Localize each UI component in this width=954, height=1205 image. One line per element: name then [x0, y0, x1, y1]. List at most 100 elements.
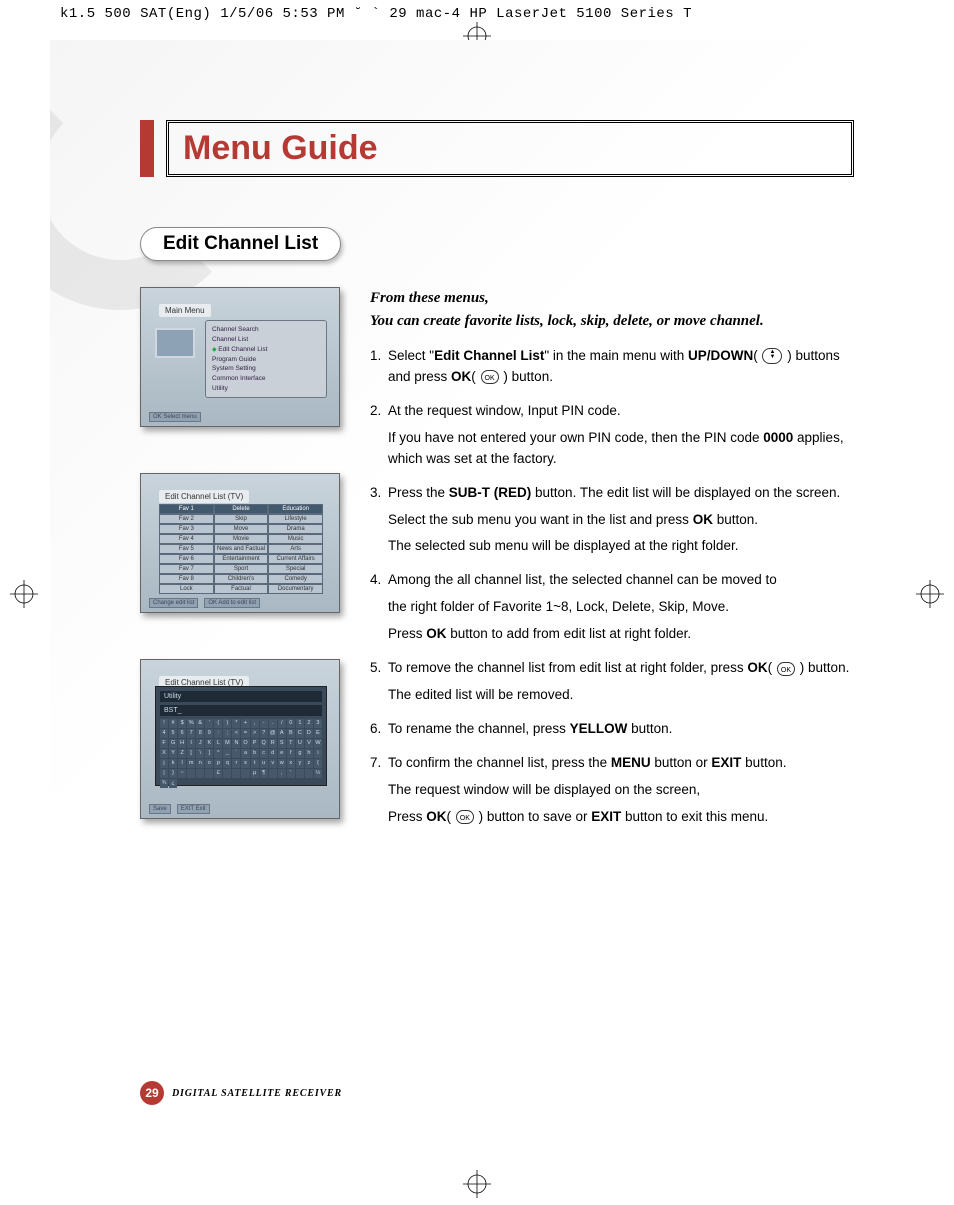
- keyboard-key: W: [314, 739, 322, 748]
- menu-item: System Setting: [212, 364, 320, 374]
- keyboard-key: +: [241, 719, 249, 728]
- keyboard-key: _: [223, 749, 231, 758]
- keyboard-key: ^: [214, 749, 222, 758]
- keyboard-key: <: [232, 729, 240, 738]
- keyboard-key: 9: [205, 729, 213, 738]
- keyboard-key: 3: [314, 719, 322, 728]
- keyboard-key: &: [196, 719, 204, 728]
- keyboard-key: a: [241, 749, 249, 758]
- keyboard-key: z: [305, 759, 313, 768]
- keyboard-key: ~: [178, 769, 186, 778]
- keyboard-key: b: [251, 749, 259, 758]
- table-cell: Factual: [214, 584, 269, 594]
- footer-label: DIGITAL SATELLITE RECEIVER: [172, 1088, 342, 1099]
- keyboard-key: ¾: [160, 779, 168, 788]
- keyboard-key: k: [169, 759, 177, 768]
- keyboard-key: [: [187, 749, 195, 758]
- keyboard-key: D: [305, 729, 313, 738]
- step-3: Press the SUB-T (RED) button. The edit l…: [370, 483, 854, 558]
- table-cell: Children's: [214, 574, 269, 584]
- keyboard-key: ;: [223, 729, 231, 738]
- screenshot1-title: Main Menu: [159, 304, 211, 317]
- keyboard-key: *: [232, 719, 240, 728]
- step-7: To confirm the channel list, press the M…: [370, 753, 854, 828]
- keyboard-field-label: Utility: [160, 691, 322, 702]
- menu-item-active: Edit Channel List: [212, 345, 320, 355]
- table-cell: Fav 8: [159, 574, 214, 584]
- table-cell: Education: [268, 504, 323, 514]
- keyboard-key: Q: [260, 739, 268, 748]
- keyboard-key: |: [160, 769, 168, 778]
- screenshot3-footer: EXIT Exit: [177, 804, 210, 814]
- table-cell: Documentary: [268, 584, 323, 594]
- screenshot3-footer: Save: [149, 804, 171, 814]
- intro-text: From these menus, You can create favorit…: [370, 287, 854, 332]
- keyboard-key: s: [241, 759, 249, 768]
- ok-icon: [777, 662, 795, 676]
- keyboard-key: \: [196, 749, 204, 758]
- page-number: 29: [140, 1081, 164, 1105]
- keyboard-key: -: [260, 719, 268, 728]
- table-cell: Drama: [268, 524, 323, 534]
- page-footer: 29 DIGITAL SATELLITE RECEIVER: [140, 1081, 342, 1105]
- keyboard-key: (: [214, 719, 222, 728]
- screenshot-main-menu: Main Menu Channel Search Channel List Ed…: [140, 287, 340, 427]
- keyboard-key: Z: [178, 749, 186, 758]
- keyboard-key: l: [178, 759, 186, 768]
- keyboard-key: ': [287, 769, 295, 778]
- keyboard-key: 7: [187, 729, 195, 738]
- keyboard-key: e: [278, 749, 286, 758]
- keyboard-key: /: [278, 719, 286, 728]
- menu-item: Channel Search: [212, 325, 320, 335]
- table-cell: Delete: [214, 504, 269, 514]
- table-cell: Movie: [214, 534, 269, 544]
- keyboard-key: Y: [169, 749, 177, 758]
- keyboard-key: x: [287, 759, 295, 768]
- keyboard-key: =: [241, 729, 249, 738]
- step-6: To rename the channel, press YELLOW butt…: [370, 719, 854, 740]
- keyboard-key: n: [196, 759, 204, 768]
- keyboard-key: ,: [251, 719, 259, 728]
- screenshot1-footer: OK Select menu: [149, 412, 201, 422]
- keyboard-key: g: [296, 749, 304, 758]
- keyboard-key: T: [287, 739, 295, 748]
- table-cell: Skip: [214, 514, 269, 524]
- keyboard-key: %: [187, 719, 195, 728]
- keyboard-key: ½: [314, 769, 322, 778]
- table-cell: Fav 6: [159, 554, 214, 564]
- keyboard-key: µ: [251, 769, 259, 778]
- keyboard-key: C: [296, 729, 304, 738]
- table-cell: Comedy: [268, 574, 323, 584]
- keyboard-key: j: [160, 759, 168, 768]
- menu-item: Common Interface: [212, 374, 320, 384]
- keyboard-key: ]: [205, 749, 213, 758]
- keyboard-key: O: [241, 739, 249, 748]
- keyboard-key: y: [296, 759, 304, 768]
- keyboard-key: M: [223, 739, 231, 748]
- keyboard-key: R: [269, 739, 277, 748]
- keyboard-key: P: [251, 739, 259, 748]
- keyboard-key: 2: [305, 719, 313, 728]
- keyboard-key: o: [205, 759, 213, 768]
- keyboard-key: 0: [287, 719, 295, 728]
- keyboard-key: K: [205, 739, 213, 748]
- table-cell: Arts: [268, 544, 323, 554]
- keyboard-key: [269, 769, 277, 778]
- keyboard-key: t: [251, 759, 259, 768]
- keyboard-key: }: [169, 769, 177, 778]
- keyboard-key: c: [260, 749, 268, 758]
- table-cell: Fav 5: [159, 544, 214, 554]
- screenshot2-footer: Change edit list: [149, 598, 198, 608]
- keyboard-key: [196, 769, 204, 778]
- keyboard-key: E: [314, 729, 322, 738]
- keyboard-key: V: [305, 739, 313, 748]
- keyboard-key: `: [232, 749, 240, 758]
- keyboard-key: N: [232, 739, 240, 748]
- table-cell: Sport: [214, 564, 269, 574]
- keyboard-key: [296, 769, 304, 778]
- keyboard-key: 6: [178, 729, 186, 738]
- table-cell: News and Factual: [214, 544, 269, 554]
- keyboard-key: i: [314, 749, 322, 758]
- keyboard-key: ¿: [169, 779, 177, 788]
- keyboard-key: G: [169, 739, 177, 748]
